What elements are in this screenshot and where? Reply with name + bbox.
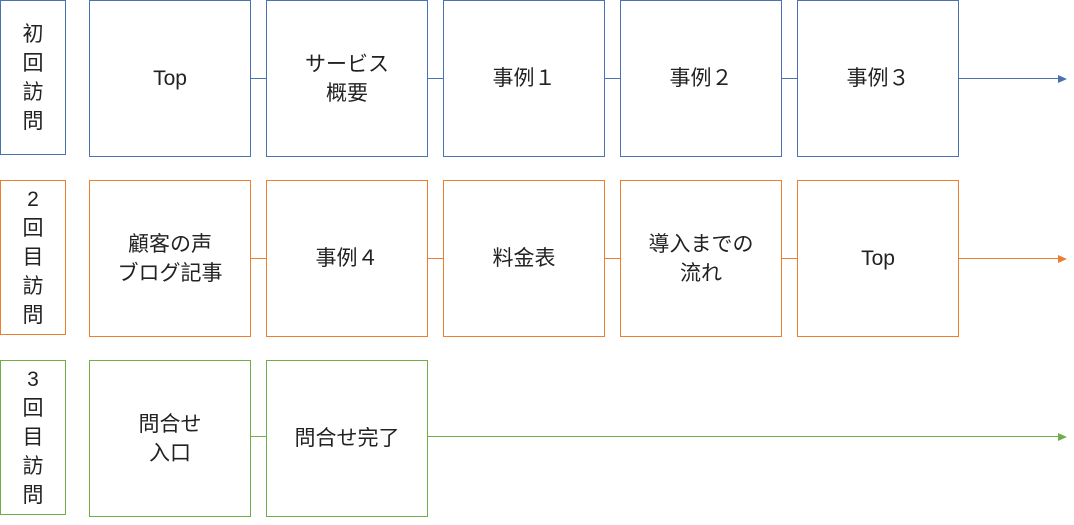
page-step-box: 問合せ 入口: [89, 360, 251, 517]
visit-row-3: 3 回目訪問 問合せ入口 問合せ完了: [0, 360, 1074, 517]
page-step-label: 顧客の声: [128, 232, 212, 256]
page-step-label: 料金表: [492, 247, 556, 270]
page-step-box: 事例３: [797, 0, 959, 157]
page-step-box: サービス 概要: [266, 0, 428, 157]
page-step-label: 入口: [149, 441, 191, 465]
visit-label-char: 3: [27, 368, 39, 391]
page-step-label: 問合せ: [138, 412, 202, 436]
page-step-label: 事例３: [846, 67, 910, 90]
page-step-label: 事例１: [492, 67, 556, 90]
page-step-label: サービス: [305, 52, 389, 76]
page-step-label: 問合せ完了: [294, 427, 400, 450]
visit-label-char: 目: [22, 246, 44, 269]
visit-label-char: 回: [22, 217, 44, 240]
visit-label-char: 問: [22, 109, 44, 133]
page-step-box: 問合せ完了: [266, 360, 428, 517]
visit-label-char: 問: [22, 304, 44, 327]
visit-row-2: 2 回目訪問 顧客の声ブログ記事 事例４ 料金表 導入までの流れ Top: [0, 180, 1074, 337]
visit-label: 2 回目訪問: [0, 180, 66, 335]
visit-label-char: 問: [22, 484, 44, 507]
arrowhead-icon: [1058, 432, 1067, 441]
visit-label-char: 回: [22, 51, 44, 75]
visit-label-char: 訪: [22, 455, 44, 478]
visit-label: 3 回目訪問: [0, 360, 66, 515]
visit-label-char: 訪: [22, 275, 44, 298]
arrowhead-icon: [1058, 254, 1067, 263]
visit-label-char: 訪: [22, 80, 44, 104]
page-step-label: 概要: [326, 81, 368, 105]
page-step-box: 顧客の声 ブログ記事: [89, 180, 251, 337]
visit-row-1: 初回訪問 Top サービス概要 事例１ 事例２ 事例３: [0, 0, 1074, 157]
visit-label-char: 初: [22, 22, 44, 46]
visit-label-char: 回: [22, 397, 44, 420]
page-step-box: 事例２: [620, 0, 782, 157]
page-step-label: 流れ: [680, 261, 722, 285]
visit-label-char: 2: [27, 188, 39, 211]
page-step-label: ブログ記事: [117, 261, 223, 285]
arrowhead-icon: [1058, 74, 1067, 83]
page-step-box: 導入までの 流れ: [620, 180, 782, 337]
page-step-box: 事例１: [443, 0, 605, 157]
page-step-box: Top: [797, 180, 959, 337]
page-step-label: Top: [153, 67, 187, 90]
page-step-box: Top: [89, 0, 251, 157]
page-step-label: 導入までの: [648, 232, 754, 256]
page-step-label: Top: [861, 247, 895, 270]
page-step-box: 事例４: [266, 180, 428, 337]
page-step-label: 事例４: [315, 247, 379, 270]
visit-label: 初回訪問: [0, 0, 66, 155]
page-step-label: 事例２: [669, 67, 733, 90]
page-step-box: 料金表: [443, 180, 605, 337]
visit-label-char: 目: [22, 426, 44, 449]
